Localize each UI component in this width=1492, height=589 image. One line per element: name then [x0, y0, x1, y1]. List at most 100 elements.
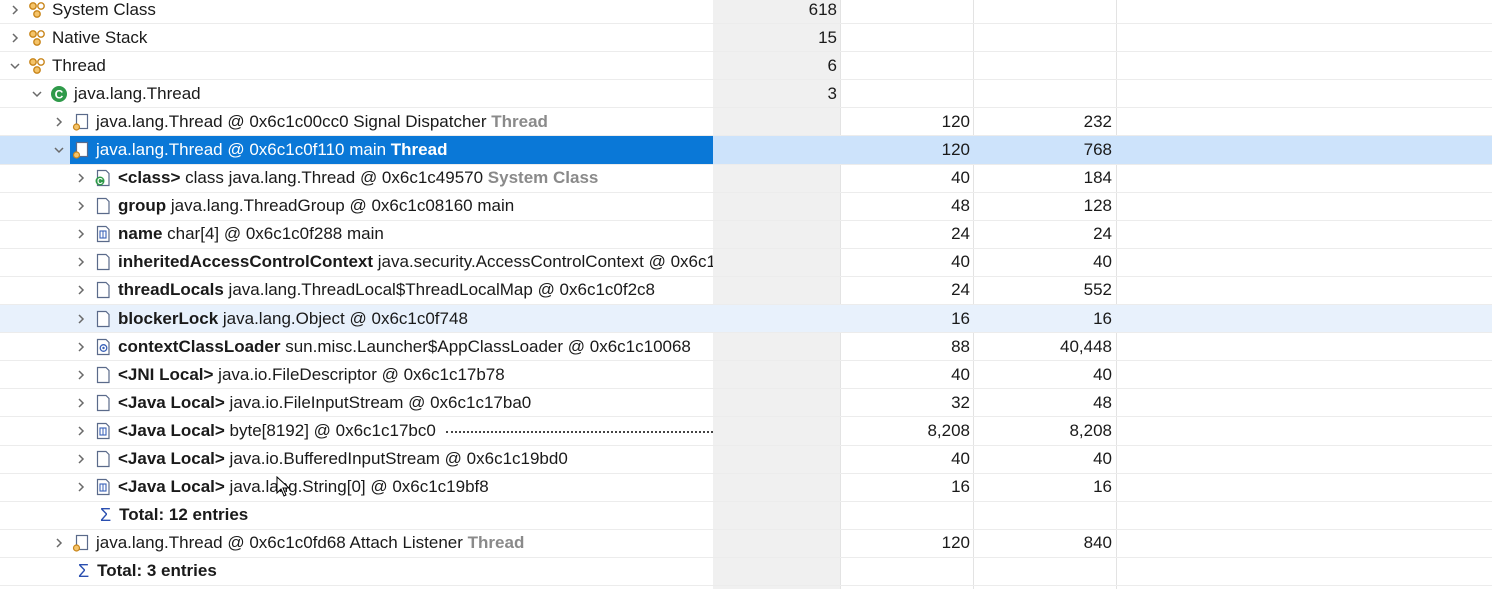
field-name: <Java Local>: [118, 449, 225, 469]
tree-row[interactable]: Native Stack 15: [0, 24, 1492, 53]
retained-heap-cell: [973, 502, 1112, 529]
name-cell[interactable]: System Class: [0, 0, 713, 23]
object-tree[interactable]: System Class 618 Native Stack 15 Thread 6 Cjav…: [0, 0, 1492, 586]
tree-row[interactable]: name char[4] @ 0x6c1c0f288 main 24 24: [0, 221, 1492, 249]
chevron-right-icon[interactable]: [74, 340, 88, 354]
chevron-down-icon[interactable]: [30, 87, 44, 101]
objects-cell: [713, 249, 837, 276]
sigma-icon: Σ: [100, 504, 112, 525]
name-cell[interactable]: threadLocals java.lang.ThreadLocal$Threa…: [0, 277, 713, 304]
name-cell[interactable]: java.lang.Thread @ 0x6c1c00cc0 Signal Di…: [0, 108, 713, 135]
tree-row[interactable]: java.lang.Thread @ 0x6c1c0f110 main Thre…: [0, 136, 1492, 165]
chevron-right-icon[interactable]: [74, 255, 88, 269]
name-cell[interactable]: Cjava.lang.Thread: [0, 80, 713, 107]
name-cell[interactable]: Native Stack: [0, 24, 713, 51]
shallow-heap-cell: 24: [951, 280, 970, 300]
row-label: System Class: [52, 0, 156, 20]
row-label: <JNI Local> java.io.FileDescriptor @ 0x6…: [118, 365, 505, 385]
chevron-right-icon[interactable]: [74, 396, 88, 410]
thread-object-icon: [72, 113, 90, 131]
retained-heap-cell: 8,208: [1069, 420, 1112, 440]
chevron-right-icon[interactable]: [8, 31, 22, 45]
retained-heap-cell: [973, 558, 1112, 585]
tree-row[interactable]: Thread 6: [0, 52, 1492, 81]
objects-cell: [713, 108, 837, 135]
name-cell[interactable]: java.lang.Thread @ 0x6c1c0f110 main Thre…: [0, 136, 713, 164]
chevron-right-icon[interactable]: [74, 312, 88, 326]
group-icon: [28, 1, 46, 19]
tree-row[interactable]: Σ Total: 12 entries: [0, 502, 1492, 530]
name-cell[interactable]: java.lang.Thread @ 0x6c1c0fd68 Attach Li…: [0, 530, 713, 557]
tree-row[interactable]: Cjava.lang.Thread 3: [0, 80, 1492, 109]
dotted-leader: [445, 430, 713, 433]
chevron-down-icon[interactable]: [8, 59, 22, 73]
chevron-down-icon[interactable]: [52, 143, 66, 157]
tree-row[interactable]: <JNI Local> java.io.FileDescriptor @ 0x6…: [0, 361, 1492, 390]
name-cell[interactable]: <Java Local> java.lang.String[0] @ 0x6c1…: [0, 474, 713, 501]
name-cell[interactable]: blockerLock java.lang.Object @ 0x6c1c0f7…: [0, 305, 713, 332]
chevron-right-icon[interactable]: [74, 199, 88, 213]
object-text: java.lang.ThreadLocal$ThreadLocalMap @ 0…: [223, 280, 655, 300]
chevron-right-icon[interactable]: [74, 368, 88, 382]
tree-row[interactable]: <Java Local> java.io.BufferedInputStream…: [0, 446, 1492, 474]
retained-heap-cell: [973, 52, 1112, 79]
tree-row[interactable]: Σ Total: 3 entries: [0, 558, 1492, 586]
name-cell[interactable]: Σ Total: 12 entries: [0, 502, 713, 529]
tree-row[interactable]: java.lang.Thread @ 0x6c1c0fd68 Attach Li…: [0, 530, 1492, 558]
name-cell[interactable]: <JNI Local> java.io.FileDescriptor @ 0x6…: [0, 361, 713, 388]
objects-cell: [713, 305, 837, 332]
tree-row[interactable]: contextClassLoader sun.misc.Launcher$App…: [0, 333, 1492, 362]
group-icon: [28, 29, 46, 47]
retained-heap-cell: [973, 80, 1112, 107]
name-cell[interactable]: Thread: [0, 52, 713, 79]
tree-row[interactable]: <Java Local> java.lang.String[0] @ 0x6c1…: [0, 474, 1492, 502]
class-object-icon: C: [94, 169, 112, 187]
type-suffix: Thread: [491, 111, 548, 131]
chevron-right-icon[interactable]: [8, 3, 22, 17]
object-text: java.lang.Thread @ 0x6c1c00cc0 Signal Di…: [96, 111, 492, 131]
name-cell[interactable]: name char[4] @ 0x6c1c0f288 main: [0, 221, 713, 248]
object-text: System Class: [52, 0, 156, 19]
objects-cell: [713, 474, 837, 501]
chevron-right-icon[interactable]: [74, 452, 88, 466]
tree-row[interactable]: <Java Local> java.io.FileInputStream @ 0…: [0, 389, 1492, 418]
field-name: <Java Local>: [118, 477, 225, 497]
objects-cell: [713, 361, 837, 388]
name-cell[interactable]: <Java Local> java.io.BufferedInputStream…: [0, 446, 713, 473]
tree-row[interactable]: C <class> class java.lang.Thread @ 0x6c1c…: [0, 165, 1492, 193]
field-name: <class>: [118, 168, 181, 188]
name-cell[interactable]: contextClassLoader sun.misc.Launcher$App…: [0, 333, 713, 360]
shallow-heap-cell: 16: [951, 308, 970, 328]
tree-row[interactable]: threadLocals java.lang.ThreadLocal$Threa…: [0, 277, 1492, 306]
name-cell[interactable]: C <class> class java.lang.Thread @ 0x6c1c…: [0, 165, 713, 192]
retained-heap-cell: 16: [1093, 308, 1112, 328]
objects-cell: [713, 417, 837, 444]
tree-row[interactable]: inheritedAccessControlContext java.secur…: [0, 249, 1492, 277]
chevron-right-icon[interactable]: [74, 227, 88, 241]
tree-row[interactable]: group java.lang.ThreadGroup @ 0x6c1c0816…: [0, 193, 1492, 221]
row-label: java.lang.Thread @ 0x6c1c0fd68 Attach Li…: [96, 533, 524, 553]
retained-heap-cell: 128: [1083, 196, 1112, 216]
shallow-heap-cell: 120: [941, 140, 970, 160]
field-name: inheritedAccessControlContext: [118, 252, 374, 272]
tree-row[interactable]: System Class 618: [0, 0, 1492, 25]
shallow-heap-cell: [840, 502, 970, 529]
chevron-right-icon[interactable]: [74, 424, 88, 438]
chevron-right-icon[interactable]: [52, 536, 66, 550]
name-cell[interactable]: <Java Local> byte[8192] @ 0x6c1c17bc0: [0, 417, 713, 444]
name-cell[interactable]: inheritedAccessControlContext java.secur…: [0, 249, 713, 276]
chevron-right-icon[interactable]: [74, 171, 88, 185]
name-cell[interactable]: group java.lang.ThreadGroup @ 0x6c1c0816…: [0, 193, 713, 220]
name-cell[interactable]: Σ Total: 3 entries: [0, 558, 713, 585]
retained-heap-cell: [973, 24, 1112, 51]
tree-row[interactable]: java.lang.Thread @ 0x6c1c00cc0 Signal Di…: [0, 108, 1492, 137]
name-cell[interactable]: <Java Local> java.io.FileInputStream @ 0…: [0, 389, 713, 416]
chevron-right-icon[interactable]: [74, 283, 88, 297]
object-icon: [94, 394, 112, 412]
chevron-right-icon[interactable]: [74, 480, 88, 494]
object-text: sun.misc.Launcher$AppClassLoader @ 0x6c1…: [280, 336, 691, 356]
chevron-right-icon[interactable]: [52, 115, 66, 129]
tree-row[interactable]: blockerLock java.lang.Object @ 0x6c1c0f7…: [0, 305, 1492, 334]
tree-row[interactable]: <Java Local> byte[8192] @ 0x6c1c17bc0 8,2…: [0, 417, 1492, 446]
thread-object-icon: [72, 141, 90, 159]
